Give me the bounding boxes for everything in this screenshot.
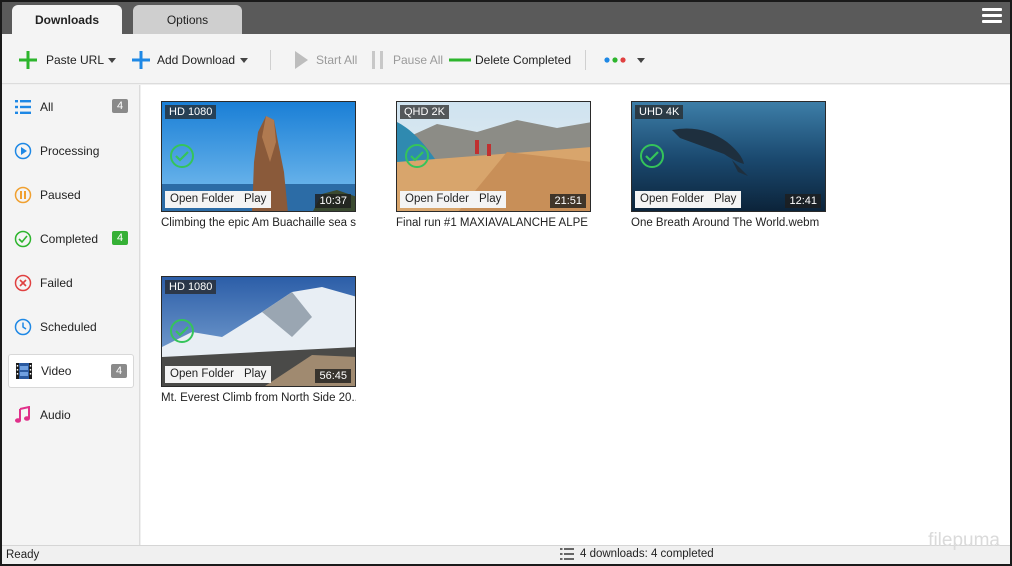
tab-options[interactable]: Options — [133, 5, 242, 34]
plus-icon — [132, 51, 150, 69]
music-note-icon — [14, 406, 32, 424]
chevron-down-icon — [240, 57, 248, 63]
video-thumbnail[interactable]: UHD 4K Open Folder Play 12:41 — [631, 101, 826, 212]
download-title: Climbing the epic Am Buachaille sea st..… — [161, 217, 356, 229]
duration-label: 10:37 — [315, 194, 351, 208]
open-folder-button[interactable]: Open Folder — [400, 191, 474, 208]
sidebar-item-label: Video — [41, 364, 72, 378]
chevron-down-icon — [637, 57, 645, 63]
sidebar-item-scheduled[interactable]: Scheduled — [8, 310, 134, 344]
film-icon — [15, 362, 33, 380]
check-circle-icon — [14, 230, 32, 248]
sidebar-item-label: Audio — [40, 408, 71, 422]
download-title: Final run #1 MAXIAVALANCHE ALPE ... — [396, 217, 591, 229]
status-text: Ready — [6, 549, 40, 561]
paste-url-label: Paste URL — [46, 53, 105, 67]
pause-all-label: Pause All — [393, 53, 444, 67]
download-card[interactable]: HD 1080 Open Folder Play 56:45 Mt. Evere… — [161, 276, 356, 404]
download-card[interactable]: QHD 2K Open Folder Play 21:51 Final run … — [396, 101, 591, 229]
toolbar: Paste URL Add Download Start All Pause A… — [2, 34, 1010, 84]
hamburger-menu-icon[interactable] — [982, 8, 1002, 26]
sidebar-item-all[interactable]: All 4 — [8, 90, 134, 124]
pause-circle-icon — [14, 186, 32, 204]
quality-label: HD 1080 — [165, 105, 217, 119]
quality-label: HD 1080 — [165, 280, 217, 294]
sidebar-item-paused[interactable]: Paused — [8, 178, 134, 212]
video-thumbnail[interactable]: QHD 2K Open Folder Play 21:51 — [396, 101, 591, 212]
pause-icon — [372, 51, 383, 69]
play-button[interactable]: Play — [474, 191, 507, 208]
list-icon — [14, 98, 32, 116]
status-summary-text: 4 downloads: 4 completed — [580, 548, 714, 560]
sidebar-item-label: Paused — [40, 188, 81, 202]
play-circle-icon — [14, 142, 32, 160]
app-window: Downloads Options Paste URL Add Download — [0, 0, 1012, 566]
play-icon — [295, 51, 308, 69]
open-folder-button[interactable]: Open Folder — [165, 366, 239, 383]
duration-label: 12:41 — [785, 194, 821, 208]
sidebar: All 4 Processing Paused Completed 4 Fail… — [2, 85, 140, 545]
completed-check-icon — [640, 144, 664, 168]
completed-check-icon — [170, 319, 194, 343]
sidebar-item-label: All — [40, 100, 54, 114]
download-title: Mt. Everest Climb from North Side 20... — [161, 392, 356, 404]
sidebar-item-audio[interactable]: Audio — [8, 398, 134, 432]
tab-bar: Downloads Options — [2, 2, 1010, 34]
toolbar-separator — [270, 50, 271, 70]
quality-label: QHD 2K — [400, 105, 449, 119]
duration-label: 56:45 — [315, 369, 351, 383]
play-button[interactable]: Play — [709, 191, 742, 208]
paste-url-button[interactable]: Paste URL — [18, 48, 104, 72]
clock-icon — [14, 318, 32, 336]
completed-check-icon — [405, 144, 429, 168]
download-card[interactable]: UHD 4K Open Folder Play 12:41 One Breath… — [631, 101, 826, 229]
open-folder-button[interactable]: Open Folder — [635, 191, 709, 208]
duration-label: 21:51 — [550, 194, 586, 208]
add-download-dropdown[interactable] — [240, 48, 248, 72]
sidebar-item-label: Completed — [40, 232, 99, 246]
add-download-label: Add Download — [157, 53, 236, 67]
add-download-button[interactable]: Add Download — [131, 48, 235, 72]
download-card[interactable]: HD 1080 Open Folder Play 10:37 Climbing … — [161, 101, 356, 229]
open-folder-button[interactable]: Open Folder — [165, 191, 239, 208]
play-button[interactable]: Play — [239, 191, 272, 208]
start-all-label: Start All — [316, 53, 358, 67]
sidebar-item-completed[interactable]: Completed 4 — [8, 222, 134, 256]
x-circle-icon — [14, 274, 32, 292]
sidebar-item-failed[interactable]: Failed — [8, 266, 134, 300]
download-summary: 4 downloads: 4 completed — [560, 548, 714, 560]
play-button[interactable]: Play — [239, 366, 272, 383]
colored-dots-icon — [604, 57, 626, 63]
count-badge: 4 — [112, 99, 128, 113]
delete-completed-label: Delete Completed — [475, 53, 572, 67]
watermark: filepuma — [928, 530, 1000, 551]
paste-url-dropdown[interactable] — [108, 48, 116, 72]
start-all-button[interactable]: Start All — [292, 48, 357, 72]
video-thumbnail[interactable]: HD 1080 Open Folder Play 10:37 — [161, 101, 356, 212]
sidebar-item-processing[interactable]: Processing — [8, 134, 134, 168]
list-icon — [560, 548, 574, 560]
toolbar-separator — [585, 50, 586, 70]
color-dots-menu[interactable] — [603, 48, 645, 72]
count-badge: 4 — [111, 364, 127, 378]
chevron-down-icon — [108, 57, 116, 63]
tab-downloads[interactable]: Downloads — [12, 5, 122, 34]
quality-label: UHD 4K — [635, 105, 684, 119]
minus-icon — [449, 58, 471, 62]
sidebar-item-video[interactable]: Video 4 — [8, 354, 134, 388]
pause-all-button[interactable]: Pause All — [370, 48, 443, 72]
status-bar: Ready 4 downloads: 4 completed — [2, 545, 1010, 564]
delete-completed-button[interactable]: Delete Completed — [449, 48, 571, 72]
plus-icon — [19, 51, 37, 69]
video-thumbnail[interactable]: HD 1080 Open Folder Play 56:45 — [161, 276, 356, 387]
count-badge: 4 — [112, 231, 128, 245]
completed-check-icon — [170, 144, 194, 168]
sidebar-item-label: Failed — [40, 276, 73, 290]
downloads-grid: HD 1080 Open Folder Play 10:37 Climbing … — [141, 85, 1010, 545]
sidebar-item-label: Scheduled — [40, 320, 97, 334]
download-title: One Breath Around The World.webm — [631, 217, 820, 229]
sidebar-item-label: Processing — [40, 144, 100, 158]
